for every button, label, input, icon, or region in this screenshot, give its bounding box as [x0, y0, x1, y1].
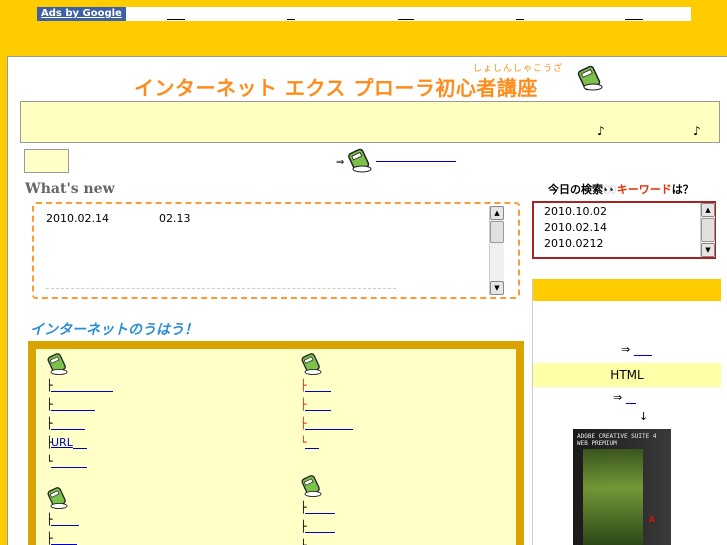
- list-item[interactable]: ├: [300, 520, 335, 534]
- category-block: ├ ├: [46, 487, 246, 545]
- arrow-down-icon[interactable]: ▼: [490, 281, 504, 295]
- category-link[interactable]: [305, 532, 335, 533]
- news-box: 2010.02.14 02.13 ▲ ▼: [32, 202, 520, 299]
- scroll-thumb[interactable]: [701, 218, 715, 242]
- green-book-icon: [346, 147, 376, 178]
- list-item[interactable]: ├URL: [46, 436, 87, 450]
- site-header: しょしんしゃこうざ インターネット エクス プローラ初心者講座: [8, 57, 727, 103]
- category-link[interactable]: [305, 410, 331, 411]
- ad-link-4[interactable]: [516, 19, 524, 20]
- down-arrow-icon: ↓: [639, 410, 649, 423]
- arrow-up-icon[interactable]: ▲: [701, 203, 715, 217]
- book-link[interactable]: [376, 161, 456, 162]
- list-item[interactable]: ├: [300, 501, 335, 515]
- section-title: インターネットのうはう！: [30, 322, 198, 338]
- green-book-icon: [300, 475, 326, 502]
- notice-banner: ♪ ♪: [20, 101, 720, 143]
- green-book-icon: [46, 353, 72, 380]
- music-note: ♪: [597, 124, 605, 138]
- today-keyword-title: 今日の検索👀キーワードは？: [548, 181, 694, 197]
- category-link[interactable]: [51, 410, 95, 411]
- ad-link-2[interactable]: [287, 19, 295, 20]
- right-link[interactable]: [634, 355, 653, 356]
- news-date: 2010.02.14: [46, 212, 109, 225]
- music-note: ♪: [693, 124, 701, 138]
- category-link[interactable]: [305, 391, 331, 392]
- url-link[interactable]: URL: [51, 436, 73, 449]
- category-block: ├ ├ ├ ├URL └: [46, 353, 246, 473]
- product-text: ADOBE CREATIVE SUITE 4 WEB PREMIUM: [577, 433, 657, 447]
- ad-link-5[interactable]: [625, 19, 643, 20]
- list-item[interactable]: └: [300, 436, 319, 450]
- list-item[interactable]: └: [46, 455, 87, 469]
- site-title[interactable]: インターネット エクス プローラ初心者講座: [134, 72, 538, 101]
- right-arrow-icon: ⇒: [621, 343, 631, 356]
- whats-new-title: What's new: [25, 181, 115, 197]
- category-link[interactable]: [51, 391, 113, 392]
- small-box[interactable]: [24, 149, 69, 173]
- category-panel: ├ ├ ├ ├URL └ ├ ├ ├ └ ├ ├ ├ ├: [36, 349, 516, 545]
- right-arrow-icon: ⇒: [613, 391, 623, 404]
- eyes-icon: 👀: [603, 183, 617, 196]
- tree-line: └: [300, 539, 307, 545]
- keyword-scrollbar[interactable]: ▲ ▼: [700, 203, 715, 257]
- category-link[interactable]: [72, 448, 87, 449]
- list-item[interactable]: ├: [46, 532, 77, 545]
- category-link[interactable]: [305, 448, 319, 449]
- today-title-suffix: は？: [671, 183, 694, 196]
- category-link[interactable]: [305, 429, 353, 430]
- divider: [46, 288, 396, 289]
- news-text: 02.13: [158, 212, 191, 225]
- category-link[interactable]: [51, 525, 79, 526]
- list-item[interactable]: └: [300, 539, 327, 545]
- ad-link-1[interactable]: [167, 19, 185, 20]
- category-link[interactable]: [51, 467, 87, 468]
- right-link-2[interactable]: [626, 403, 637, 404]
- scroll-thumb[interactable]: [490, 221, 504, 243]
- list-item[interactable]: 2010.0212: [544, 237, 604, 250]
- category-block: ├ ├ └: [300, 475, 500, 545]
- category-link[interactable]: [51, 429, 85, 430]
- category-block: ├ ├ ├ └: [300, 353, 500, 473]
- today-keyword-list: 2010.10.02 2010.02.14 2010.0212 ▲ ▼: [532, 201, 716, 259]
- category-link[interactable]: [305, 513, 335, 514]
- right-arrow-icon: ⇒: [336, 157, 345, 168]
- list-item[interactable]: ├: [46, 417, 85, 431]
- today-title-keyword: キーワード: [616, 183, 672, 196]
- ads-by-google-link[interactable]: Ads by Google: [37, 7, 126, 21]
- right-link-row: ⇒: [621, 343, 653, 356]
- today-title-prefix: 今日の検索: [548, 183, 603, 196]
- product-box-image[interactable]: ADOBE CREATIVE SUITE 4 WEB PREMIUM A: [573, 429, 671, 545]
- arrow-up-icon[interactable]: ▲: [490, 206, 504, 220]
- list-item[interactable]: ├: [300, 417, 353, 431]
- ad-bar: Ads by Google: [37, 7, 691, 21]
- green-book-icon: [576, 63, 606, 96]
- right-link-row-2: ⇒: [613, 391, 637, 404]
- adobe-logo-icon: A: [648, 515, 655, 524]
- product-art: [583, 449, 643, 545]
- green-book-icon: [300, 353, 326, 380]
- list-item[interactable]: ├: [46, 379, 113, 393]
- list-item[interactable]: ├: [300, 379, 331, 393]
- list-item[interactable]: ├: [46, 398, 95, 412]
- news-scrollbar[interactable]: ▲ ▼: [489, 206, 504, 295]
- list-item[interactable]: ├: [300, 398, 331, 412]
- list-item[interactable]: 2010.02.14: [544, 221, 607, 234]
- main-frame: しょしんしゃこうざ インターネット エクス プローラ初心者講座 ♪ ♪ ⇒ Wh…: [7, 56, 727, 545]
- category-frame: ├ ├ ├ ├URL └ ├ ├ ├ └ ├ ├ ├ ├: [28, 341, 524, 545]
- list-item[interactable]: ├: [46, 513, 79, 527]
- ad-link-3[interactable]: [398, 19, 414, 20]
- html-bar[interactable]: HTML: [533, 363, 721, 387]
- list-item[interactable]: 2010.10.02: [544, 205, 607, 218]
- right-column: ⇒ HTML ⇒ ↓ ADOBE CREATIVE SUITE 4 WEB PR…: [532, 279, 721, 545]
- arrow-down-icon[interactable]: ▼: [701, 243, 715, 257]
- news-item: 2010.02.14 02.13: [46, 212, 190, 225]
- book-link-row: ⇒: [336, 147, 466, 173]
- green-book-icon: [46, 487, 72, 514]
- right-column-header: [533, 279, 721, 301]
